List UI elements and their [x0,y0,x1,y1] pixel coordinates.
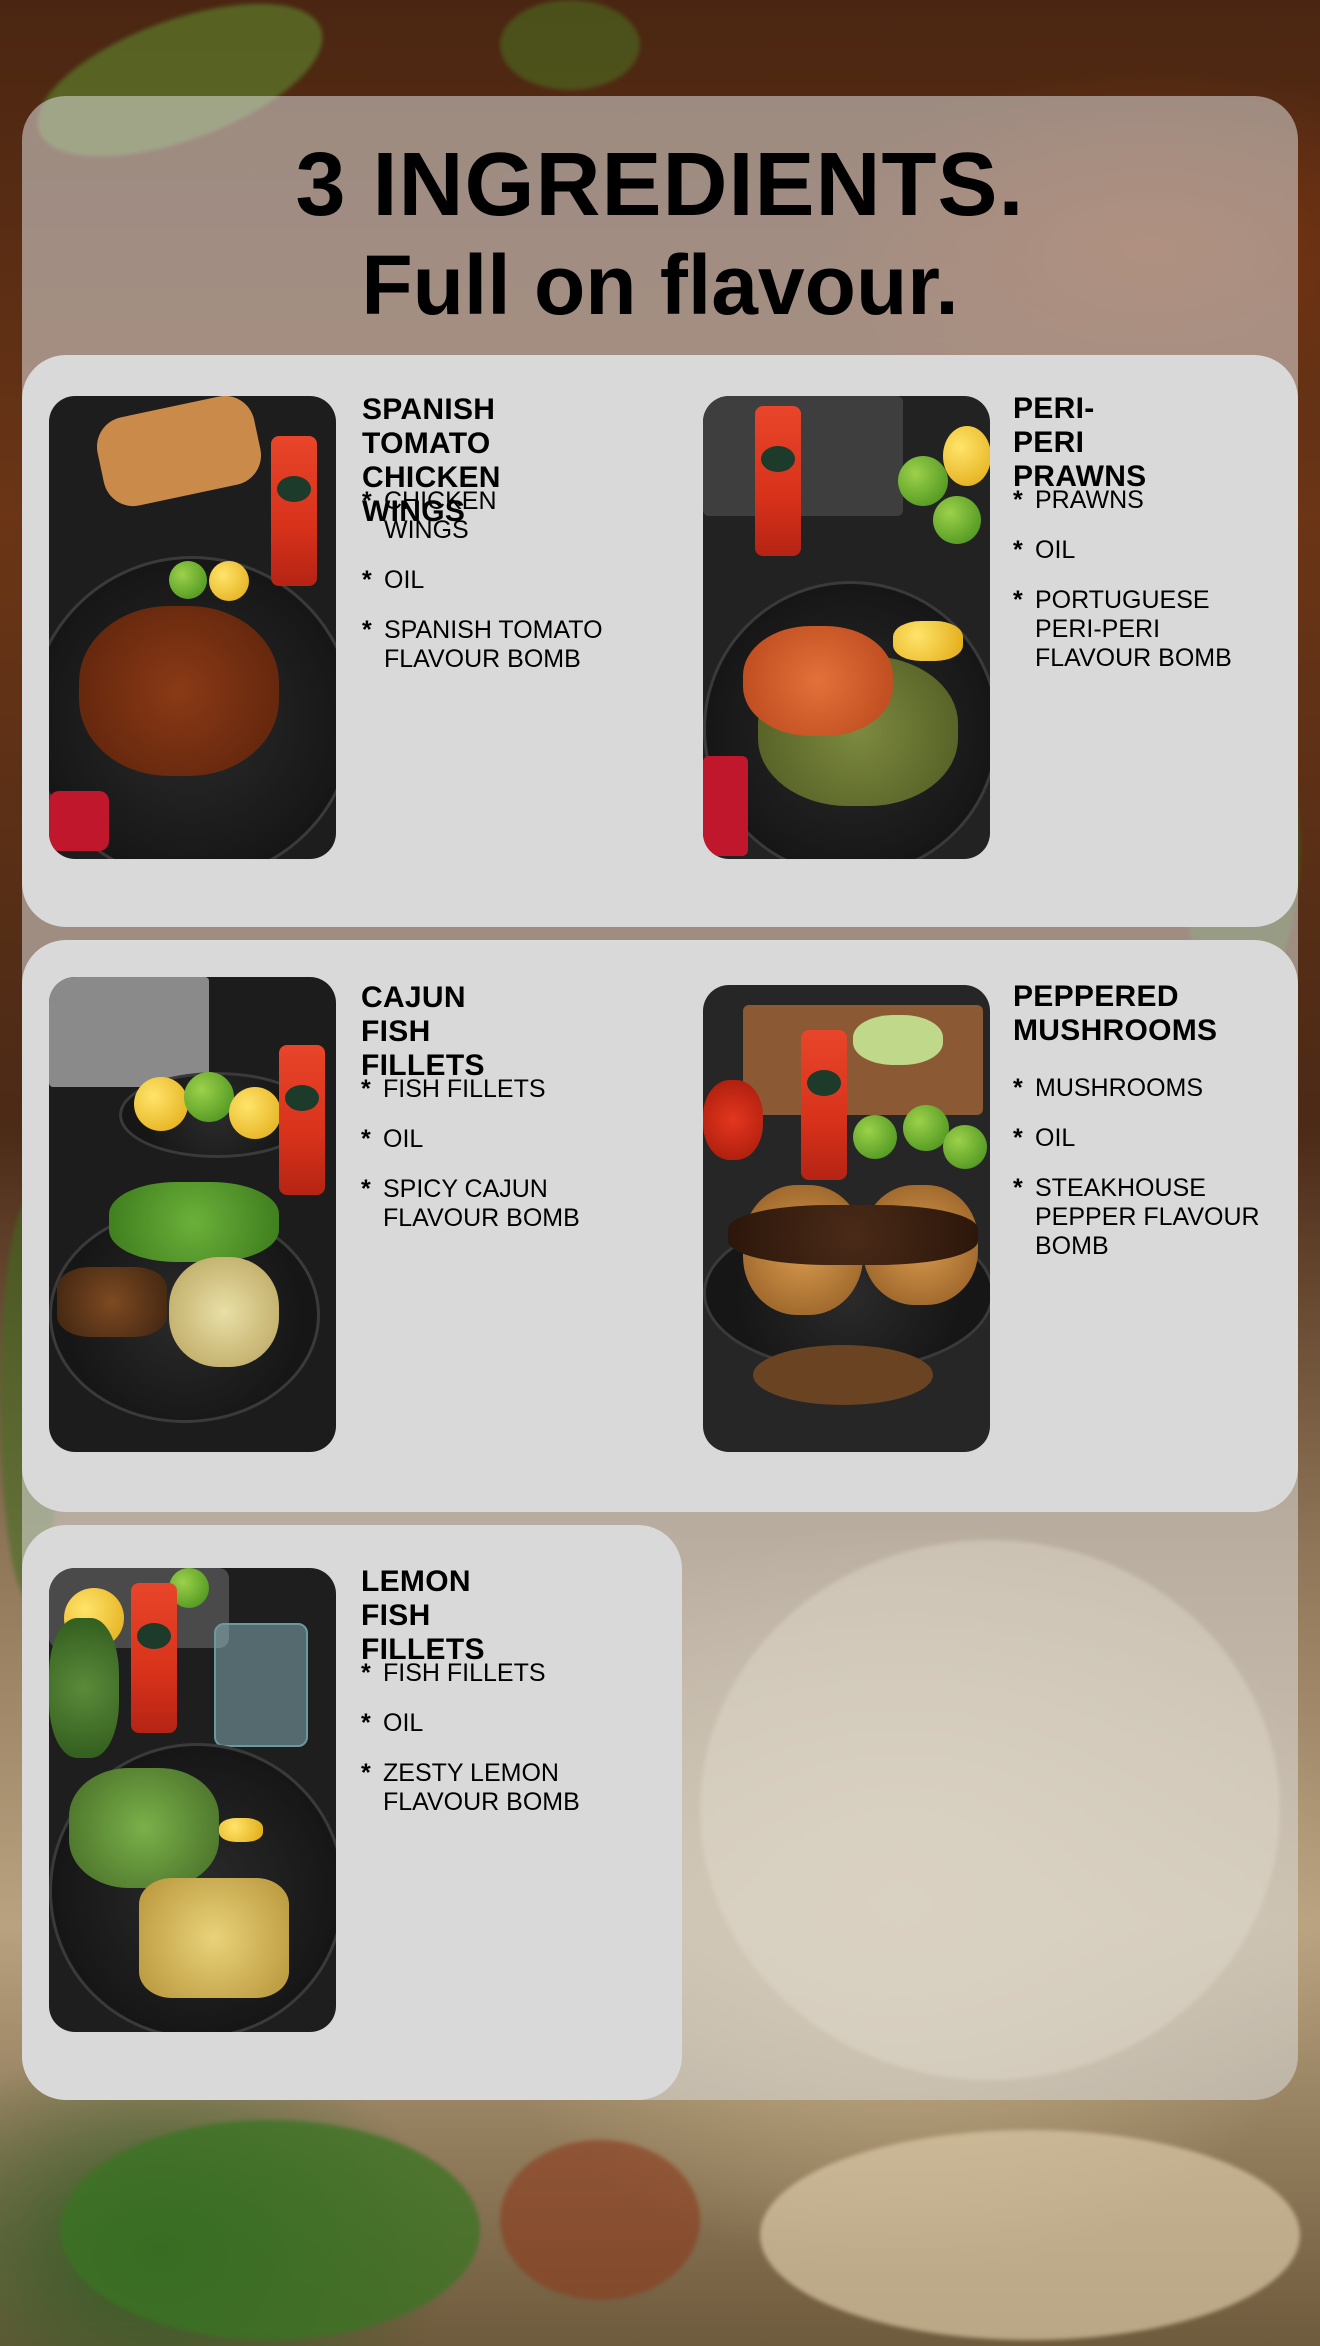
list-item: * PORTUGUESE PERI-PERI FLAVOUR BOMB [1013,586,1232,672]
list-item: * OIL [1013,536,1076,564]
ingredient-list: * FISH FILLETS * OIL * ZESTY LEMON FLAVOUR … [361,1659,661,1838]
list-item: * PRAWNS [1013,486,1144,514]
list-item: * OIL [361,1709,424,1737]
list-item: * FISH FILLETS [361,1075,546,1103]
photo-mushroom-burgers [703,985,990,1452]
photo-lemon-fish [49,1568,336,2032]
photo-chicken-wings [49,396,336,859]
list-item: * OIL [362,566,425,594]
photo-prawns [703,396,990,859]
list-item: * ZESTY LEMON FLAVOUR BOMB [361,1759,580,1816]
list-item: * SPICY CAJUN FLAVOUR BOMB [361,1175,580,1232]
recipe-title: PERI-PERI PRAWNS [1013,392,1147,493]
list-item: * MUSHROOMS [1013,1074,1204,1102]
ingredient-list: * CHICKEN WINGS * OIL * SPANISH TOMATO FLAV… [362,487,692,695]
list-item: * OIL [1013,1124,1076,1152]
list-item: * SPANISH TOMATO FLAVOUR BOMB [362,616,603,673]
list-item: * OIL [361,1125,424,1153]
ingredient-list: * MUSHROOMS * OIL * STEAKHOUSE PEPPER FLAVO… [1013,1074,1283,1282]
ingredient-list: * FISH FILLETS * OIL * SPICY CAJUN FLAVOUR … [361,1075,681,1254]
photo-cajun-fish [49,977,336,1452]
recipe-title: PEPPERED MUSHROOMS [1013,980,1218,1047]
recipe-title: CAJUN FISH FILLETS [361,981,485,1082]
ingredient-list: * PRAWNS * OIL * PORTUGUESE PERI-PERI FLAVO… [1013,486,1283,694]
headline: 3 INGREDIENTS. Full on flavour. [22,135,1298,333]
list-item: * FISH FILLETS [361,1659,546,1687]
headline-line1: 3 INGREDIENTS. [295,135,1025,235]
headline-line2: Full on flavour. [361,238,959,332]
list-item: * CHICKEN WINGS [362,487,497,544]
list-item: * STEAKHOUSE PEPPER FLAVOUR BOMB [1013,1174,1260,1260]
recipe-title: LEMON FISH FILLETS [361,1565,485,1666]
